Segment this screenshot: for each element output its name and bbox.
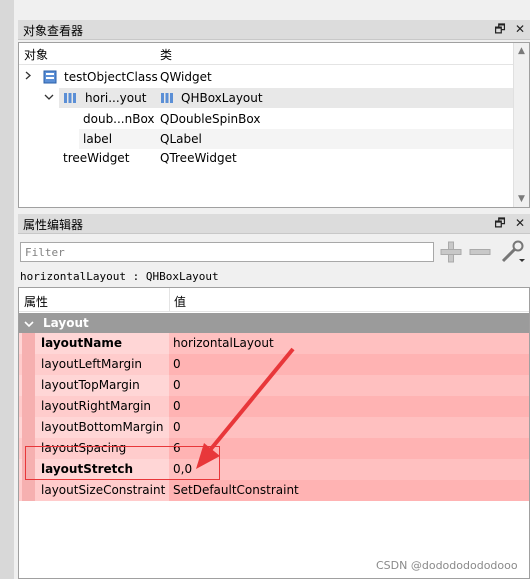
filter-input[interactable]: Filter: [20, 242, 434, 262]
property-value[interactable]: 0: [173, 378, 181, 392]
close-button[interactable]: ✕: [512, 215, 528, 231]
tree-row[interactable]: hori...yout QHBoxLayout: [19, 88, 513, 108]
property-name: layoutTopMargin: [41, 378, 140, 392]
close-button[interactable]: ✕: [512, 21, 528, 37]
filter-placeholder: Filter: [25, 246, 65, 259]
property-value[interactable]: 0: [173, 420, 181, 434]
object-tree-header: 对象 类: [19, 43, 513, 65]
widget-icon: [43, 70, 57, 87]
expand-arrow-icon[interactable]: [24, 71, 33, 83]
tree-row[interactable]: testObjectClass QWidget: [19, 67, 513, 87]
remove-dynamic-property-icon[interactable]: [469, 241, 491, 266]
property-name: layoutSizeConstraint: [41, 483, 166, 497]
tree-class-name: QWidget: [160, 70, 212, 84]
tree-class-name: QLabel: [160, 132, 202, 146]
property-name: layoutName: [41, 336, 122, 350]
property-value[interactable]: SetDefaultConstraint: [173, 483, 299, 497]
hbox-layout-icon: [63, 91, 77, 108]
watermark: CSDN @dodododododooo: [376, 559, 518, 572]
tree-vertical-scrollbar[interactable]: ▲ ▼: [513, 43, 529, 207]
tree-object-name: label: [83, 132, 113, 146]
property-editor-titlebar: 属性编辑器 🗗 ✕: [18, 214, 530, 234]
tree-class-name: QDoubleSpinBox: [160, 112, 261, 126]
object-inspector-titlebar: 对象查看器 🗗 ✕: [18, 20, 530, 40]
property-grid-header: 属性 值: [19, 288, 529, 312]
column-class[interactable]: 类: [160, 46, 172, 63]
column-value[interactable]: 值: [174, 293, 186, 310]
property-name: layoutLeftMargin: [41, 357, 143, 371]
property-editor-title: 属性编辑器: [23, 218, 84, 232]
collapse-arrow-icon[interactable]: [24, 318, 34, 332]
column-property[interactable]: 属性: [24, 293, 48, 310]
property-value[interactable]: 0: [173, 399, 181, 413]
property-group-layout[interactable]: Layout: [19, 313, 529, 333]
float-button[interactable]: 🗗: [492, 215, 508, 231]
scroll-down-icon[interactable]: ▼: [514, 191, 529, 207]
property-name: layoutRightMargin: [41, 399, 152, 413]
tree-object-name: testObjectClass: [64, 70, 158, 84]
property-name: layoutBottomMargin: [41, 420, 164, 434]
object-tree[interactable]: 对象 类 testObjectClass QWidget hori...yout…: [18, 42, 530, 208]
tree-row[interactable]: doub...nBox QDoubleSpinBox: [19, 109, 513, 129]
hbox-layout-icon: [160, 91, 174, 108]
tree-class-name: QTreeWidget: [160, 151, 237, 165]
add-dynamic-property-icon[interactable]: [440, 241, 462, 266]
property-row[interactable]: layoutSizeConstraint SetDefaultConstrain…: [19, 480, 529, 502]
column-object[interactable]: 对象: [24, 46, 48, 63]
property-group-label: Layout: [43, 316, 89, 330]
tree-object-name: hori...yout: [85, 91, 147, 105]
property-value[interactable]: 0: [173, 357, 181, 371]
float-button[interactable]: 🗗: [492, 21, 508, 37]
tree-class-name: QHBoxLayout: [181, 91, 263, 105]
tree-row[interactable]: label QLabel: [19, 129, 513, 149]
collapse-arrow-icon[interactable]: [44, 93, 54, 105]
object-inspector-title: 对象查看器: [23, 24, 84, 38]
tree-object-name: treeWidget: [63, 151, 130, 165]
annotation-arrow-icon: [196, 347, 295, 469]
scroll-up-icon[interactable]: ▲: [514, 43, 529, 59]
left-edge-strip: [0, 0, 14, 579]
tree-row[interactable]: treeWidget QTreeWidget: [19, 148, 513, 168]
configure-wrench-icon[interactable]: [500, 240, 526, 267]
tree-object-name: doub...nBox: [83, 112, 155, 126]
object-path-label: horizontalLayout : QHBoxLayout: [20, 270, 219, 283]
